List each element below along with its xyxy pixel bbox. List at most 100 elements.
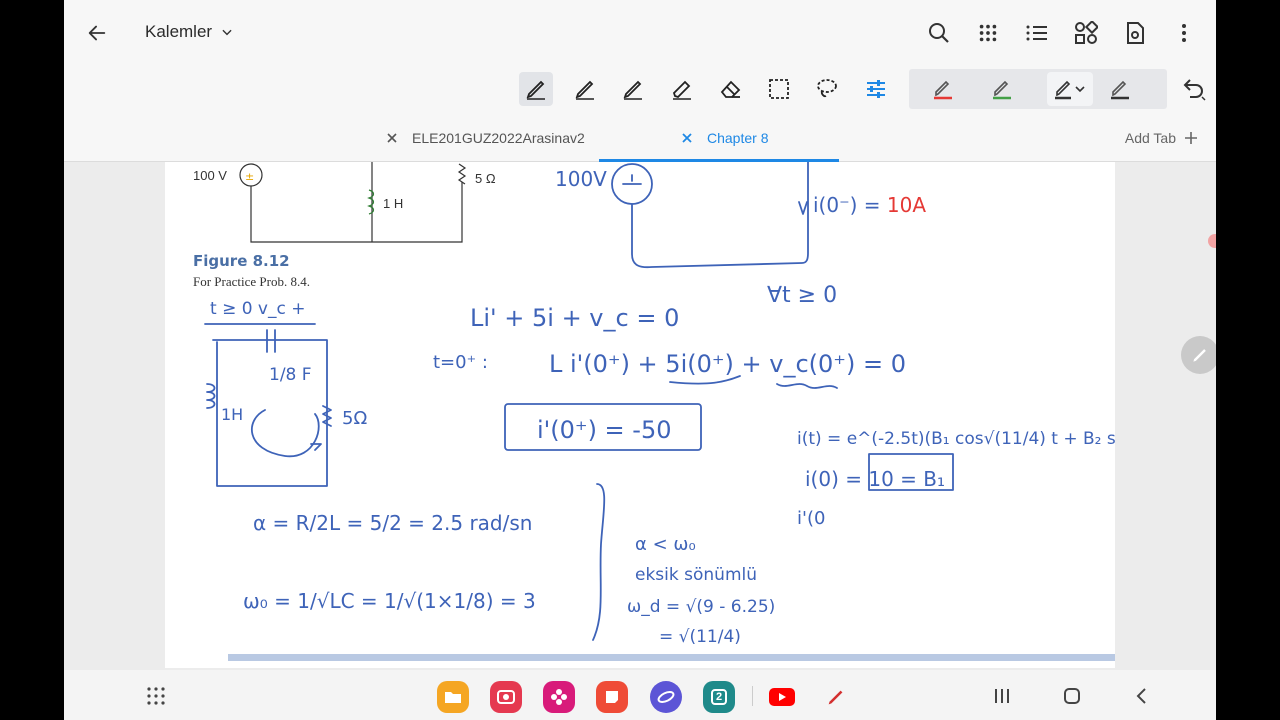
- recents-icon: [995, 689, 1009, 703]
- red-pen-icon: [934, 80, 952, 100]
- sliders-icon: [867, 80, 885, 98]
- hw-i0: i(0) = 10 = B₁: [805, 467, 945, 491]
- eraser-icon: [720, 80, 741, 98]
- drawing-toolbar: [64, 66, 1216, 116]
- home-icon: [1064, 688, 1080, 704]
- hw-kvl-t0: L i'(0⁺) + 5i(0⁺) + v_c(0⁺) = 0: [549, 350, 906, 378]
- top-app-bar: Kalemler: [64, 0, 1216, 66]
- undo-icon: [1183, 79, 1206, 101]
- home-button[interactable]: [1058, 683, 1086, 709]
- camera-app-icon[interactable]: [490, 681, 522, 713]
- floating-pen-button[interactable]: [1181, 336, 1216, 374]
- gallery-app-icon[interactable]: [543, 681, 575, 713]
- hw-omegad2: = √(11/4): [659, 627, 741, 647]
- nav-back-button[interactable]: [1128, 683, 1156, 709]
- search-button[interactable]: [923, 17, 955, 49]
- hw-res: 5Ω: [342, 408, 367, 429]
- lasso-tool-button[interactable]: [810, 72, 844, 106]
- recent-apps-button[interactable]: [988, 683, 1016, 709]
- handwriting-source-diagram: [611, 162, 809, 269]
- rectangle-select-tool-button[interactable]: [762, 72, 796, 106]
- tab-chapter-8[interactable]: Chapter 8: [681, 130, 768, 146]
- hw-compare: α < ω₀: [635, 534, 696, 555]
- system-navigation-bar: 2: [64, 670, 1216, 720]
- figure-title: Figure 8.12: [193, 252, 290, 270]
- back-button[interactable]: [82, 18, 112, 48]
- list-button[interactable]: [1021, 17, 1053, 49]
- page-scroll-progress: [228, 654, 1115, 661]
- chevron-down-icon: [222, 29, 232, 36]
- browser-app-icon[interactable]: [650, 681, 682, 713]
- hw-di0: i'(0: [797, 508, 825, 529]
- hw-t0: t=0⁺ :: [433, 352, 488, 373]
- pencil-icon: [623, 80, 642, 100]
- top-actions: [923, 17, 1200, 49]
- apps-grid-button[interactable]: [972, 17, 1004, 49]
- figure-caption: For Practice Prob. 8.4.: [193, 274, 310, 289]
- dock-divider: [752, 686, 753, 706]
- dark-pen-preset-selected[interactable]: [1047, 72, 1093, 106]
- files-app-icon[interactable]: [437, 681, 469, 713]
- green-pen-icon: [993, 80, 1011, 100]
- pen-tool-button[interactable]: [519, 72, 553, 106]
- folder-selector[interactable]: Kalemler: [145, 22, 234, 42]
- hw-alpha: α = R/2L = 5/2 = 2.5 rad/sn: [253, 511, 532, 535]
- close-tab-icon: [387, 133, 397, 143]
- folder-name: Kalemler: [145, 22, 213, 41]
- add-tab-label: Add Tab: [1124, 130, 1176, 146]
- circuit-inductor-label: 1 H: [383, 196, 404, 211]
- highlighter-tool-button[interactable]: [665, 72, 699, 106]
- grey-pen-preset[interactable]: [1103, 72, 1137, 106]
- adjust-tool-button[interactable]: [859, 72, 893, 106]
- eraser-tool-button[interactable]: [714, 72, 748, 106]
- note-tabs: ELE201GUZ2022Arasinav2 Chapter 8 Add Tab: [64, 116, 1216, 162]
- svg-text:±: ±: [245, 170, 254, 183]
- highlighter-icon: [672, 80, 691, 100]
- hw-cap: 1/8 F: [269, 365, 312, 385]
- printed-circuit: [239, 162, 467, 243]
- lasso-icon: [817, 79, 837, 98]
- pen-app-icon[interactable]: [820, 681, 852, 713]
- more-options-button[interactable]: [1168, 17, 1200, 49]
- chevron-left-icon: [1136, 688, 1146, 704]
- tab-ele201[interactable]: ELE201GUZ2022Arasinav2: [386, 130, 585, 146]
- fountain-pen-tool-button[interactable]: [568, 72, 602, 106]
- hw-for-all: ∀t ≥ 0: [767, 283, 837, 308]
- app-drawer-button[interactable]: [142, 683, 170, 709]
- apps-grid-icon: [147, 687, 165, 705]
- undo-button[interactable]: [1176, 72, 1210, 106]
- shapes-icon: [1075, 21, 1098, 44]
- tab-label: Chapter 8: [707, 130, 769, 146]
- hw-omega0: ω₀ = 1/√LC = 1/√(1×1/8) = 3: [243, 589, 536, 613]
- note-page[interactable]: ± 100V i(0⁻) = 10A Li' + 5i + v_c = 0 ∀t…: [165, 162, 1115, 668]
- pencil-tool-button[interactable]: [616, 72, 650, 106]
- apps-grid-icon: [979, 24, 997, 42]
- more-vert-icon: [1182, 24, 1186, 42]
- shapes-button[interactable]: [1070, 17, 1102, 49]
- page-settings-button[interactable]: [1119, 17, 1151, 49]
- multiwindow-app-icon[interactable]: 2: [703, 681, 735, 713]
- youtube-app-icon[interactable]: [766, 681, 798, 713]
- dashed-select-icon: [769, 79, 789, 99]
- hw-brace: [592, 483, 606, 641]
- hw-omegad: ω_d = √(9 - 6.25): [627, 597, 775, 617]
- notes-app-icon[interactable]: [596, 681, 628, 713]
- hw-kvl: Li' + 5i + v_c = 0: [470, 304, 679, 332]
- hw-t-cond: t ≥ 0 v_c +: [210, 299, 306, 319]
- red-pen-preset[interactable]: [926, 72, 960, 106]
- hw-source-label: 100V: [555, 167, 607, 191]
- circuit-source-label: 100 V: [193, 168, 227, 183]
- back-arrow-icon: [88, 25, 106, 41]
- pen-preset-group: [909, 69, 1167, 109]
- hw-ind: 1H: [221, 405, 243, 424]
- search-icon: [929, 23, 949, 43]
- green-pen-preset[interactable]: [985, 72, 1019, 106]
- side-panel-handle[interactable]: [1208, 234, 1216, 248]
- app-screen: Kalemler ELE201GUZ2022Arasinav2 Chapter …: [64, 0, 1216, 720]
- plus-icon: [1185, 132, 1197, 144]
- fountain-pen-icon: [575, 80, 594, 100]
- add-tab-button[interactable]: Add Tab: [1125, 130, 1198, 146]
- hw-initial-current: i(0⁻) = 10A: [813, 193, 926, 217]
- hw-solution: i(t) = e^(-2.5t)(B₁ cos√(11/4) t + B₂ si…: [797, 429, 1115, 449]
- dark-pen-icon: [1055, 80, 1085, 100]
